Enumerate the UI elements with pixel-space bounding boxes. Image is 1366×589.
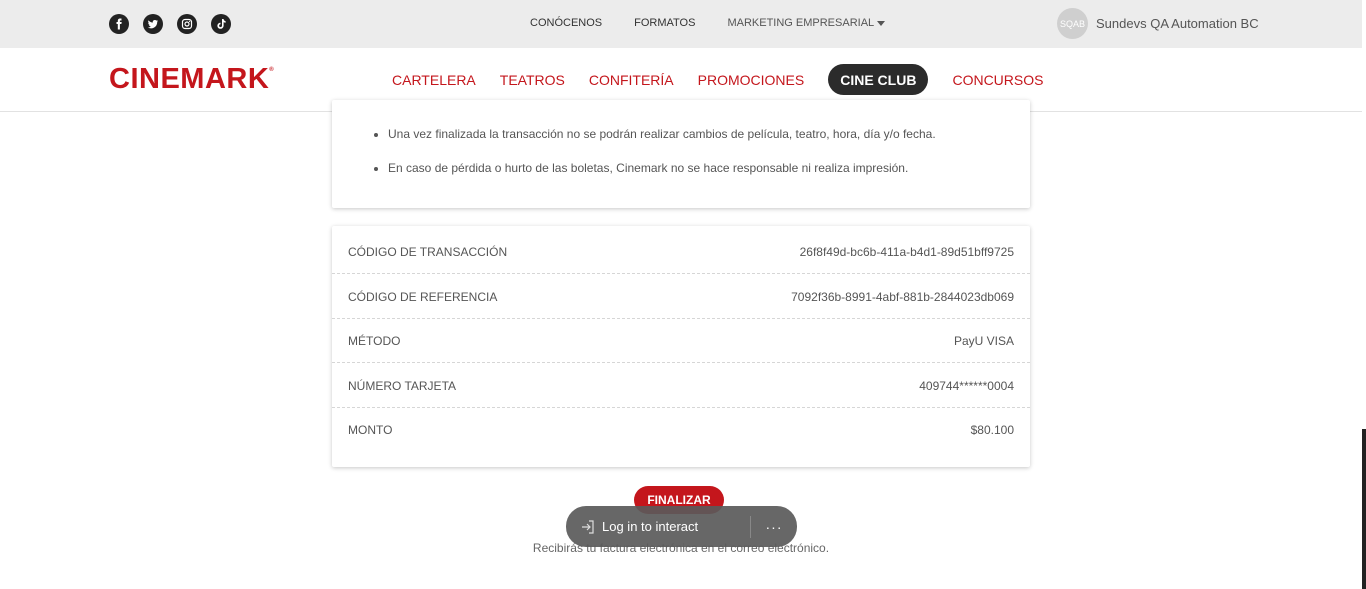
terms-list: Una vez finalizada la transacción no se … xyxy=(332,126,936,194)
detail-row-reference: CÓDIGO DE REFERENCIA 7092f36b-8991-4abf-… xyxy=(332,275,1030,319)
detail-value: 7092f36b-8991-4abf-881b-2844023db069 xyxy=(791,289,1014,304)
instagram-icon[interactable] xyxy=(177,14,197,34)
top-nav: CONÓCENOS FORMATOS MARKETING EMPRESARIAL xyxy=(530,17,886,29)
username: Sundevs QA Automation BC xyxy=(1096,16,1259,31)
marketing-dropdown[interactable]: MARKETING EMPRESARIAL xyxy=(727,17,886,29)
caret-down-icon xyxy=(877,20,886,26)
detail-value: PayU VISA xyxy=(953,333,1014,348)
nav-conocenos[interactable]: CONÓCENOS xyxy=(530,17,602,29)
cinemark-logo[interactable]: CINEMARK® xyxy=(109,63,274,96)
login-label: Log in to interact xyxy=(602,519,699,534)
more-options-icon[interactable]: ··· xyxy=(751,519,797,535)
social-links xyxy=(109,14,231,34)
detail-label: CÓDIGO DE REFERENCIA xyxy=(348,289,498,304)
facebook-icon[interactable] xyxy=(109,14,129,34)
main-nav: CARTELERA TEATROS CONFITERÍA PROMOCIONES… xyxy=(392,64,1043,95)
avatar: SQAB xyxy=(1057,8,1088,39)
login-button[interactable]: Log in to interact xyxy=(566,519,750,535)
terms-card: Una vez finalizada la transacción no se … xyxy=(332,100,1030,208)
transaction-details-card: CÓDIGO DE TRANSACCIÓN 26f8f49d-bc6b-411a… xyxy=(332,226,1030,467)
nav-teatros[interactable]: TEATROS xyxy=(500,64,565,95)
nav-concursos[interactable]: CONCURSOS xyxy=(952,64,1043,95)
detail-row-amount: MONTO $80.100 xyxy=(332,408,1030,452)
detail-label: NÚMERO TARJETA xyxy=(348,378,457,393)
term-item: En caso de pérdida o hurto de las boleta… xyxy=(388,160,936,176)
detail-value: 409744******0004 xyxy=(919,378,1014,393)
marketing-dropdown-label: MARKETING EMPRESARIAL xyxy=(727,17,875,29)
nav-confiteria[interactable]: CONFITERÍA xyxy=(589,64,674,95)
tiktok-icon[interactable] xyxy=(211,14,231,34)
detail-value: 26f8f49d-bc6b-411a-b4d1-89d51bff9725 xyxy=(799,244,1014,259)
nav-cine-club[interactable]: CINE CLUB xyxy=(828,64,929,95)
term-item: Una vez finalizada la transacción no se … xyxy=(388,126,936,142)
detail-row-transaction: CÓDIGO DE TRANSACCIÓN 26f8f49d-bc6b-411a… xyxy=(332,230,1030,274)
user-menu[interactable]: SQAB Sundevs QA Automation BC xyxy=(1057,8,1259,39)
scrollbar[interactable] xyxy=(1362,429,1366,589)
twitter-icon[interactable] xyxy=(143,14,163,34)
logo-text: CINEMARK xyxy=(109,63,270,95)
nav-cartelera[interactable]: CARTELERA xyxy=(392,64,476,95)
detail-label: MONTO xyxy=(348,423,393,437)
detail-row-card-number: NÚMERO TARJETA 409744******0004 xyxy=(332,364,1030,408)
detail-label: CÓDIGO DE TRANSACCIÓN xyxy=(348,244,508,259)
top-utility-bar: CONÓCENOS FORMATOS MARKETING EMPRESARIAL… xyxy=(0,0,1362,48)
registered-mark: ® xyxy=(269,67,275,74)
detail-label: MÉTODO xyxy=(348,333,401,348)
nav-formatos[interactable]: FORMATOS xyxy=(634,17,695,29)
login-overlay: Log in to interact ··· xyxy=(566,506,797,547)
detail-value: $80.100 xyxy=(970,423,1014,437)
login-icon xyxy=(582,519,594,534)
nav-promociones[interactable]: PROMOCIONES xyxy=(698,64,805,95)
detail-row-method: MÉTODO PayU VISA xyxy=(332,319,1030,363)
